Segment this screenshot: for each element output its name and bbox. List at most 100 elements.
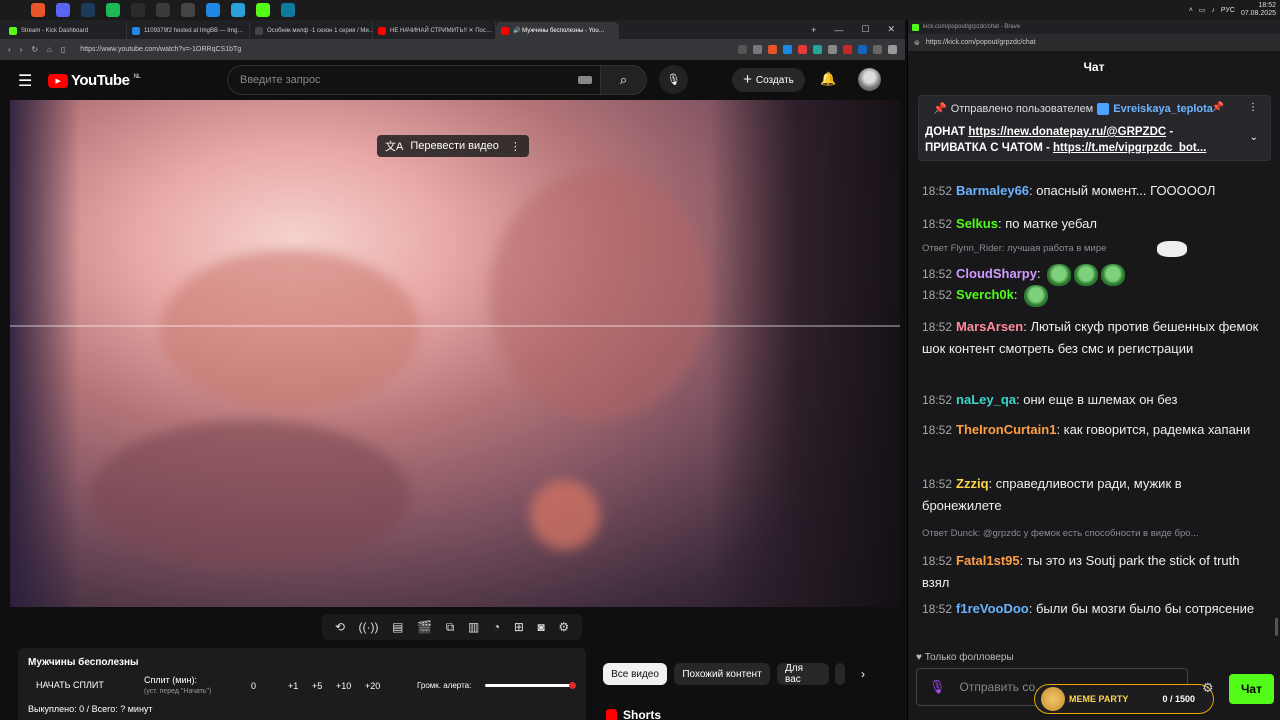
create-button[interactable]: + Создать [732, 68, 805, 92]
extension-icon[interactable] [783, 45, 792, 54]
edge-icon[interactable] [281, 3, 295, 17]
extension-icon[interactable] [813, 45, 822, 54]
browser-tab[interactable]: Stream - Kick Dashboard [4, 22, 127, 39]
donate-link[interactable]: https://new.donatepay.ru/@GRPZDC [968, 126, 1166, 138]
pepe-emote-icon[interactable] [1101, 263, 1126, 286]
chip-more[interactable] [835, 663, 845, 685]
broadcast-icon[interactable]: ((·)) [359, 620, 379, 634]
spotify-icon[interactable] [106, 3, 120, 17]
reload-icon[interactable]: ↻ [31, 45, 38, 54]
browser-tab[interactable]: 1109379f2 hosted at ImgBB — Img… [127, 22, 250, 39]
forward-icon[interactable]: › [20, 45, 23, 54]
microphone-icon[interactable]: 🎙 [929, 679, 946, 695]
app-icon[interactable] [156, 3, 170, 17]
message-username[interactable]: Fatal1st95 [956, 553, 1020, 568]
bookmark-icon[interactable]: ▯ [61, 45, 65, 54]
browser-tab[interactable]: НЕ НАЧИНАЙ СТРИМИТЬ!! ✕ Пос… [373, 22, 496, 39]
pinned-username[interactable]: Evreiskaya_teplota [1113, 103, 1213, 115]
message-username[interactable]: Zzziq [956, 476, 989, 491]
slider-knob[interactable] [569, 682, 576, 689]
message-username[interactable]: Barmaley66 [956, 183, 1029, 198]
chat-scrollbar[interactable] [1275, 618, 1278, 636]
maximize-button[interactable]: ☐ [861, 24, 869, 35]
keyboard-icon[interactable] [578, 76, 592, 84]
message-username[interactable]: MarsArsen [956, 319, 1023, 334]
xbox-icon[interactable] [181, 3, 195, 17]
kick-url[interactable]: https://kick.com/popout/grpzdc/chat [926, 39, 1036, 46]
extension-icon[interactable] [753, 45, 762, 54]
split-add-5-button[interactable]: +5 [312, 681, 322, 691]
pepe-emote-icon[interactable] [1024, 284, 1049, 307]
menu-icon[interactable]: ☰ [18, 71, 48, 91]
telegram-icon[interactable] [231, 3, 245, 17]
notifications-bell-icon[interactable]: 🔔 [820, 71, 836, 87]
kick-app-icon[interactable] [256, 3, 270, 17]
message-username[interactable]: naLey_qa [956, 392, 1016, 407]
extension-icon[interactable] [738, 45, 747, 54]
minimize-button[interactable]: — [834, 25, 843, 35]
brave-icon[interactable] [31, 3, 45, 17]
pip-icon[interactable]: ⧉ [446, 620, 455, 635]
screenshot-camera-icon[interactable]: ◙ [538, 620, 545, 634]
split-add-1-button[interactable]: +1 [288, 681, 298, 691]
voice-search-button[interactable]: 🎙 [659, 65, 688, 94]
extension-icon[interactable] [798, 45, 807, 54]
extensions-puzzle-icon[interactable] [873, 45, 882, 54]
browser-tab[interactable]: 🔊 Мужчины бесполезны - You… [496, 22, 619, 39]
pepe-emote-icon[interactable] [1047, 263, 1072, 286]
steam-icon[interactable] [81, 3, 95, 17]
film-icon[interactable]: ▥ [468, 620, 479, 634]
obs-icon[interactable] [131, 3, 145, 17]
send-chat-button[interactable]: Чат [1229, 674, 1274, 704]
speed-gauge-icon[interactable]: ◔ [493, 620, 500, 634]
translate-video-button[interactable]: 文A Перевести видео ⋮ [377, 135, 529, 157]
pepe-emote-icon[interactable] [1074, 263, 1099, 286]
message-username[interactable]: Sverch0k [956, 287, 1014, 302]
new-tab-button[interactable]: + [811, 25, 816, 35]
split-add-10-button[interactable]: +10 [336, 681, 351, 691]
telegram-link[interactable]: https://t.me/vipgrpzdc_bot... [1053, 142, 1206, 154]
chip-related[interactable]: Похожий контент [674, 663, 770, 685]
settings-gear-icon[interactable]: ⚙ [558, 620, 569, 634]
chevron-up-icon[interactable]: ˄ [1189, 7, 1193, 14]
chevron-right-icon[interactable]: › [861, 667, 865, 681]
extension-icon[interactable] [828, 45, 837, 54]
unpin-icon[interactable]: 📌 [1212, 102, 1224, 113]
profile-icon[interactable] [888, 45, 897, 54]
more-vertical-icon[interactable]: ⋮ [1248, 102, 1258, 113]
back-icon[interactable]: ‹ [8, 45, 11, 54]
message-username[interactable]: f1reVooDoo [956, 601, 1029, 616]
split-minutes-value[interactable]: 0 [251, 681, 256, 691]
youtube-logo[interactable]: ▶ YouTube NL [48, 72, 141, 89]
close-window-button[interactable]: ✕ [887, 24, 895, 35]
search-button[interactable]: ⌕ [601, 65, 647, 95]
url-field[interactable]: https://www.youtube.com/watch?v=-1ORRqCS… [80, 46, 241, 53]
extension-icon[interactable] [843, 45, 852, 54]
language-indicator[interactable]: РУС [1221, 7, 1235, 14]
more-vertical-icon[interactable]: ⋮ [510, 140, 521, 153]
reply-context[interactable]: Ответ Dunck: @grpzdc у фемок есть способ… [922, 528, 1262, 539]
network-icon[interactable]: ▭ [1199, 6, 1206, 14]
reply-context[interactable]: Ответ Flynn_Rider: лучшая работа в мире [922, 243, 1262, 254]
browser-tab[interactable]: Особняк милф -1 сезон 1 серия / Ми… [250, 22, 373, 39]
clock[interactable]: 18:52 07.08.2025 [1241, 2, 1276, 18]
avatar[interactable] [858, 68, 881, 91]
message-username[interactable]: Selkus [956, 216, 998, 231]
add-clip-icon[interactable]: ⊞ [514, 620, 524, 634]
extension-icon[interactable] [858, 45, 867, 54]
split-add-20-button[interactable]: +20 [365, 681, 380, 691]
volume-icon[interactable]: ♪ [1211, 7, 1215, 14]
brave-shield-icon[interactable] [768, 45, 777, 54]
start-split-button[interactable]: НАЧАТЬ СПЛИТ [36, 680, 104, 690]
skype-icon[interactable] [206, 3, 220, 17]
message-username[interactable]: TheIronCurtain1 [956, 422, 1056, 437]
clapper-icon[interactable]: 🎬 [417, 620, 432, 634]
playlist-icon[interactable]: ▤ [392, 620, 403, 634]
chat-settings-gear-icon[interactable]: ⚙ [1202, 680, 1214, 696]
site-info-icon[interactable]: ⊜ [914, 39, 920, 47]
video-player[interactable]: 文A Перевести видео ⋮ [10, 100, 900, 607]
alert-volume-slider[interactable] [485, 682, 576, 689]
search-input[interactable]: Введите запрос [227, 65, 601, 95]
chip-all-videos[interactable]: Все видео [603, 663, 667, 685]
discord-icon[interactable] [56, 3, 70, 17]
